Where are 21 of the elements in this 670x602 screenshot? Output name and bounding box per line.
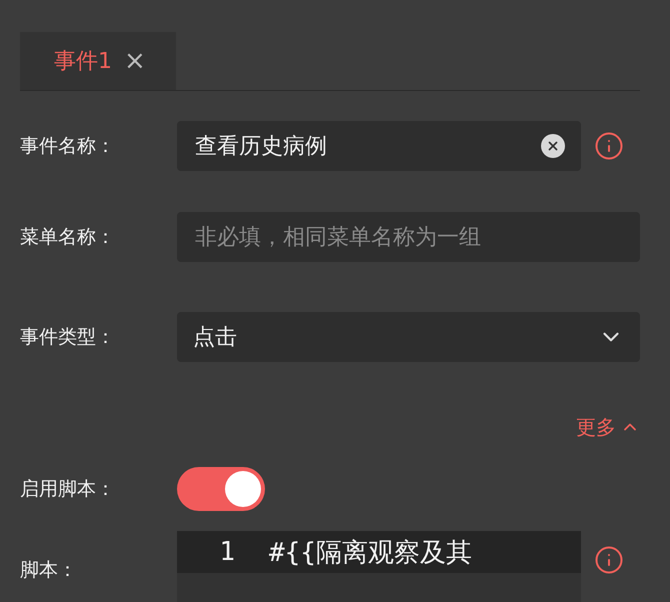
input-field[interactable]: 非必填，相同菜单名称为一组 <box>193 224 624 250</box>
toggle-switch[interactable] <box>177 467 265 511</box>
code-text: #{{隔离观察及其 <box>269 536 472 570</box>
select-field[interactable]: 点击 <box>177 312 640 362</box>
line-number: 1 <box>218 537 236 567</box>
field-label: 事件类型： <box>20 325 116 350</box>
close-icon[interactable]: × <box>124 48 146 74</box>
text-field[interactable]: 非必填，相同菜单名称为一组 <box>177 212 640 262</box>
info-icon[interactable] <box>594 131 624 161</box>
text-field[interactable]: 查看历史病例 <box>177 121 581 171</box>
close-icon <box>546 139 560 153</box>
code-editor[interactable]: 1 #{{隔离观察及其 <box>177 531 581 602</box>
tab-label: 事件1 <box>54 48 112 76</box>
field-label: 启用脚本： <box>20 477 116 502</box>
field-label: 菜单名称： <box>20 225 116 250</box>
field-label: 脚本： <box>20 558 78 583</box>
field-label: 事件名称： <box>20 134 116 159</box>
tab[interactable]: 事件1 × <box>20 32 176 90</box>
info-icon[interactable] <box>594 545 624 575</box>
clear-button[interactable] <box>541 134 565 158</box>
input-field[interactable]: 查看历史病例 <box>193 132 541 160</box>
